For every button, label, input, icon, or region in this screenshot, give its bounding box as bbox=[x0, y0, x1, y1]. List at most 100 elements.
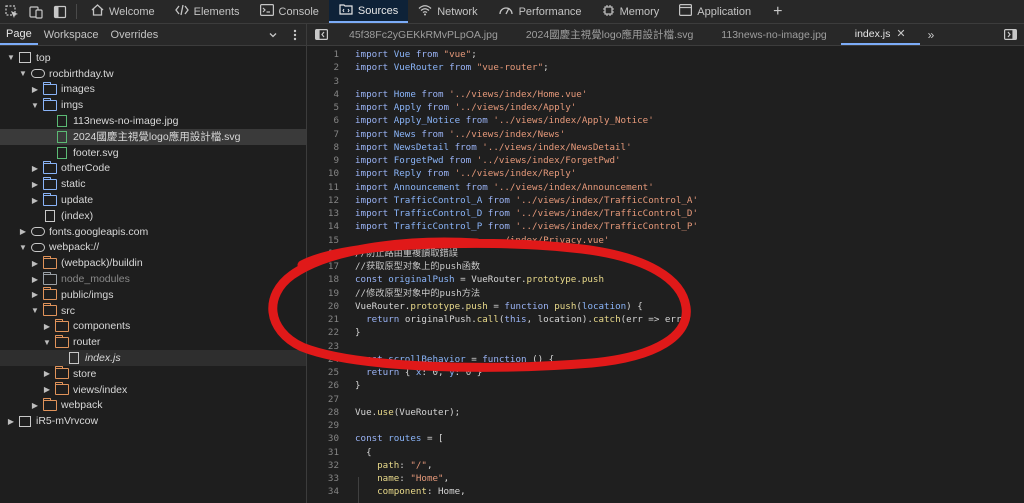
code-line[interactable]: component: Home, bbox=[355, 485, 1024, 498]
tree-item[interactable]: ▼ rocbirthday.tw bbox=[0, 66, 306, 82]
more-tools-button[interactable]: + bbox=[761, 0, 794, 23]
line-number[interactable]: 34 bbox=[307, 485, 339, 498]
chevron-down-icon[interactable]: ▼ bbox=[30, 101, 40, 110]
code-line[interactable]: const scrollBehavior = function () { bbox=[355, 353, 1024, 366]
tree-item[interactable]: ▶ (webpack)/buildin bbox=[0, 255, 306, 271]
tree-item[interactable]: ▶ store bbox=[0, 366, 306, 382]
tab-overrides[interactable]: Overrides bbox=[105, 24, 165, 45]
tab-welcome[interactable]: Welcome bbox=[81, 0, 165, 23]
line-number[interactable]: 8 bbox=[307, 141, 339, 154]
code-line[interactable] bbox=[355, 419, 1024, 432]
tree-item[interactable]: ▶ static bbox=[0, 176, 306, 192]
code-line[interactable]: import Announcement from '../views/index… bbox=[355, 181, 1024, 194]
tab-application[interactable]: Application bbox=[669, 0, 761, 23]
tab-workspace[interactable]: Workspace bbox=[38, 24, 105, 45]
tree-item[interactable]: index.js bbox=[0, 350, 306, 366]
line-number[interactable]: 7 bbox=[307, 128, 339, 141]
line-number[interactable]: 4 bbox=[307, 88, 339, 101]
code-line[interactable]: import Apply_Notice from '../views/index… bbox=[355, 114, 1024, 127]
tree-item[interactable]: ▶ views/index bbox=[0, 382, 306, 398]
tab-network[interactable]: Network bbox=[408, 0, 487, 23]
code-editor[interactable]: 1 2 3 4 5 6 7 8 9 10 11 12 13 14 15 16 17 18 19 20 21 22 23 24 2… bbox=[307, 46, 1024, 503]
line-number[interactable]: 14 bbox=[307, 220, 339, 233]
tree-item[interactable]: ▶ otherCode bbox=[0, 160, 306, 177]
code-line[interactable]: path: "/", bbox=[355, 459, 1024, 472]
tab-memory[interactable]: Memory bbox=[592, 0, 670, 23]
code-line[interactable]: import TrafficControl_P from '../views/i… bbox=[355, 220, 1024, 233]
code-line[interactable]: import TrafficControl_D from '../views/i… bbox=[355, 207, 1024, 220]
line-number[interactable]: 2 bbox=[307, 61, 339, 74]
line-number[interactable]: 22 bbox=[307, 326, 339, 339]
chevron-down-icon[interactable]: ▼ bbox=[6, 53, 16, 62]
chevron-right-icon[interactable]: ▶ bbox=[30, 259, 40, 268]
line-number[interactable]: 12 bbox=[307, 194, 339, 207]
line-number[interactable]: 10 bbox=[307, 167, 339, 180]
tree-item[interactable]: footer.svg bbox=[0, 145, 306, 161]
tree-item[interactable]: ▶ public/imgs bbox=[0, 287, 306, 303]
line-number[interactable]: 13 bbox=[307, 207, 339, 220]
chevron-right-icon[interactable]: ▶ bbox=[18, 227, 28, 236]
code-line[interactable]: } bbox=[355, 379, 1024, 392]
chevron-right-icon[interactable]: ▶ bbox=[30, 180, 40, 189]
tree-item[interactable]: ▶ update bbox=[0, 192, 306, 208]
code-line[interactable]: import Home from '../views/index/Home.vu… bbox=[355, 88, 1024, 101]
code-line[interactable]: import Reply from '../views/index/Reply' bbox=[355, 167, 1024, 180]
tab-page[interactable]: Page bbox=[0, 24, 38, 45]
editor-tab[interactable]: 113news-no-image.jpg bbox=[707, 24, 840, 45]
code-line[interactable]: const originalPush = VueRouter.prototype… bbox=[355, 273, 1024, 286]
tree-item[interactable]: ▼ webpack:// bbox=[0, 240, 306, 256]
chevron-right-icon[interactable]: ▶ bbox=[30, 275, 40, 284]
tab-performance[interactable]: Performance bbox=[488, 0, 592, 23]
line-number[interactable]: 26 bbox=[307, 379, 339, 392]
chevron-down-icon[interactable]: ▼ bbox=[18, 243, 28, 252]
code-line[interactable]: import NewsDetail from '../views/index/N… bbox=[355, 141, 1024, 154]
line-number[interactable]: 33 bbox=[307, 472, 339, 485]
tree-item[interactable]: ▶ iR5-mVrvcow bbox=[0, 413, 306, 429]
line-number[interactable]: 25 bbox=[307, 366, 339, 379]
code-line[interactable]: return originalPush.call(this, location)… bbox=[355, 313, 1024, 326]
chevron-down-icon[interactable] bbox=[262, 24, 284, 45]
code-line[interactable]: { bbox=[355, 446, 1024, 459]
editor-tab[interactable]: 2024國慶主視覺logo應用設計檔.svg bbox=[512, 24, 707, 45]
code-line[interactable]: } bbox=[355, 326, 1024, 339]
tree-item[interactable]: ▼ src bbox=[0, 303, 306, 319]
line-number[interactable]: 27 bbox=[307, 393, 339, 406]
code-line[interactable]: import ForgetPwd from '../views/index/Fo… bbox=[355, 154, 1024, 167]
code-line[interactable] bbox=[355, 340, 1024, 353]
tree-item[interactable]: ▼ imgs bbox=[0, 97, 306, 113]
code-line[interactable]: //修改原型对象中的push方法 bbox=[355, 287, 1024, 300]
chevron-down-icon[interactable]: ▼ bbox=[18, 69, 28, 78]
dock-side-icon[interactable] bbox=[48, 0, 72, 24]
editor-tab[interactable]: 45f38Fc2yGEKkRMvPLpOA.jpg bbox=[335, 24, 512, 45]
line-number[interactable]: 31 bbox=[307, 446, 339, 459]
code-line[interactable]: const routes = [ bbox=[355, 432, 1024, 445]
tab-sources[interactable]: Sources bbox=[328, 0, 409, 23]
code-lines[interactable]: import Vue from "vue"; import VueRouter f… bbox=[355, 46, 1024, 499]
code-line[interactable]: import Vue from "vue"; bbox=[355, 48, 1024, 61]
line-number[interactable]: 20 bbox=[307, 300, 339, 313]
more-tabs-icon[interactable]: » bbox=[920, 24, 943, 45]
tree-item[interactable]: ▶ fonts.googleapis.com bbox=[0, 224, 306, 240]
code-line[interactable]: return { x: 0, y: 0 } bbox=[355, 366, 1024, 379]
line-number[interactable]: 17 bbox=[307, 260, 339, 273]
tree-item[interactable]: ▼ top bbox=[0, 50, 306, 66]
line-number[interactable]: 3 bbox=[307, 75, 339, 88]
code-line[interactable] bbox=[355, 393, 1024, 406]
chevron-right-icon[interactable]: ▶ bbox=[30, 85, 40, 94]
chevron-down-icon[interactable]: ▼ bbox=[42, 338, 52, 347]
line-number[interactable]: 23 bbox=[307, 340, 339, 353]
line-number[interactable]: 6 bbox=[307, 114, 339, 127]
line-number[interactable]: 21 bbox=[307, 313, 339, 326]
tree-item[interactable]: ▶ node_modules bbox=[0, 271, 306, 287]
chevron-right-icon[interactable]: ▶ bbox=[42, 385, 52, 394]
chevron-right-icon[interactable]: ▶ bbox=[6, 417, 16, 426]
tree-item[interactable]: ▶ components bbox=[0, 318, 306, 335]
line-number[interactable]: 24 bbox=[307, 353, 339, 366]
line-number[interactable]: 18 bbox=[307, 273, 339, 286]
chevron-right-icon[interactable]: ▶ bbox=[30, 290, 40, 299]
more-options-icon[interactable] bbox=[284, 24, 306, 45]
line-number[interactable]: 19 bbox=[307, 287, 339, 300]
code-line[interactable]: import Apply from '../views/index/Apply' bbox=[355, 101, 1024, 114]
chevron-down-icon[interactable]: ▼ bbox=[30, 306, 40, 315]
line-number[interactable]: 9 bbox=[307, 154, 339, 167]
